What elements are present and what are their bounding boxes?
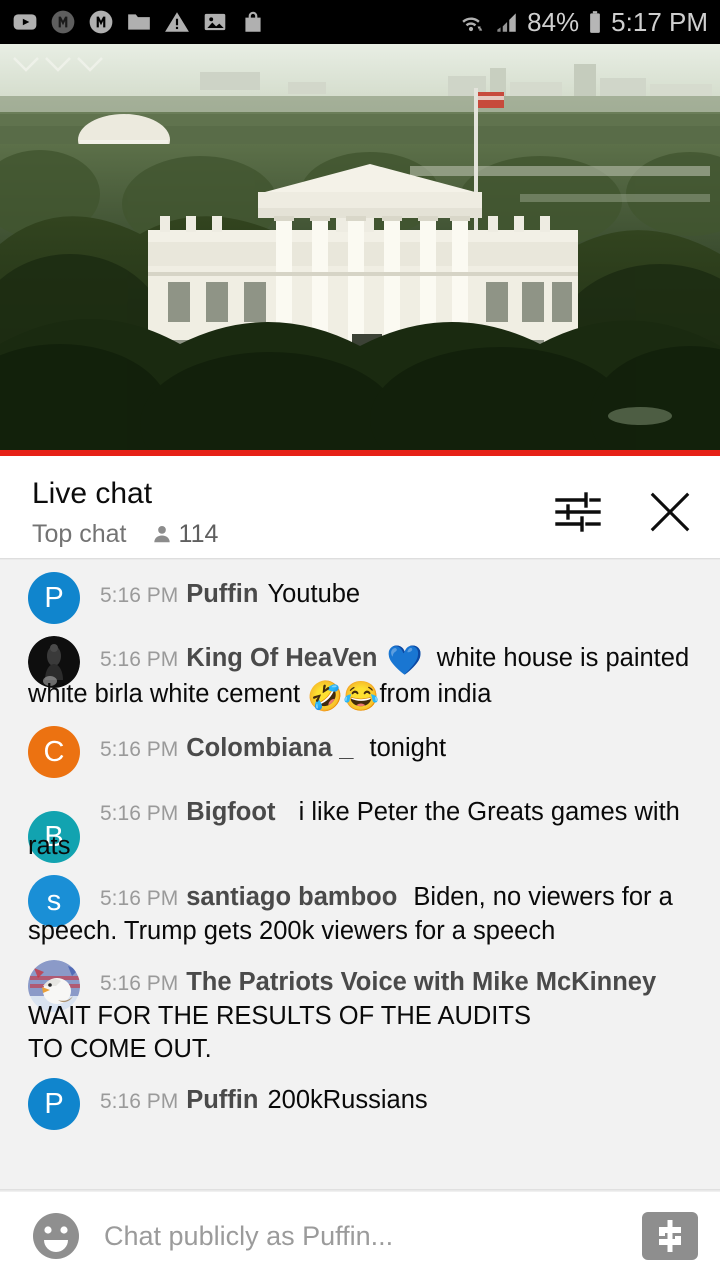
close-chat-button[interactable] xyxy=(646,488,694,536)
live-chat-header-actions xyxy=(554,474,694,536)
chat-author[interactable]: Colombiana _ xyxy=(186,734,353,762)
chat-mode-label[interactable]: Top chat xyxy=(32,518,127,550)
chat-text-line-2: TO COME OUT. xyxy=(28,1035,212,1063)
live-chat-subheader: Top chat 114 xyxy=(32,518,218,550)
chat-timestamp: 5:16 PM xyxy=(100,584,179,607)
avatar-letter: P xyxy=(44,581,64,614)
image-icon xyxy=(204,13,226,31)
viewer-count: 114 xyxy=(178,519,219,548)
chat-message[interactable]: P 5:16 PM Puffin 200kRussians xyxy=(0,1072,720,1136)
chat-author[interactable]: santiago bamboo xyxy=(186,883,397,911)
chat-author[interactable]: Puffin xyxy=(186,1086,258,1114)
chat-message-text: 5:16 PM Puffin 200kRussians xyxy=(100,1084,706,1118)
avatar[interactable]: P xyxy=(28,572,80,624)
battery-icon xyxy=(590,11,601,33)
live-chat-header: Live chat Top chat 114 xyxy=(0,456,720,558)
chat-author[interactable]: Puffin xyxy=(186,580,258,608)
chat-message-text: 5:16 PM Colombiana _ tonight xyxy=(100,732,706,766)
wifi-data-transfer-icon xyxy=(462,17,483,32)
chat-timestamp: 5:16 PM xyxy=(100,1090,179,1113)
status-bar-notification-icons xyxy=(12,9,266,35)
chat-composer xyxy=(0,1192,720,1280)
chat-message[interactable]: 5:16 PM The Patriots Voice with Mike McKi… xyxy=(0,954,720,1072)
chat-text-line-1: WAIT FOR THE RESULTS OF THE AUDITS xyxy=(28,1002,531,1030)
chat-message-text: 5:16 PM King Of HeaVen 💙 white house is pa… xyxy=(28,642,706,714)
viewer-count-group: 114 xyxy=(151,519,219,549)
emoji-smiley-icon xyxy=(33,1213,79,1259)
status-bar: 84% 5:17 PM xyxy=(0,0,720,44)
chat-timestamp: 5:16 PM xyxy=(100,738,179,761)
live-chat-title: Live chat xyxy=(32,477,153,510)
chat-message-text: 5:16 PM The Patriots Voice with Mike McKi… xyxy=(28,966,706,1066)
chat-message[interactable]: 5:16 PM King Of HeaVen 💙 white house is pa… xyxy=(0,630,720,720)
battery-percent: 84% xyxy=(527,6,580,37)
blue-heart-emoji: 💙 xyxy=(386,645,423,677)
chat-message-text: 5:16 PM Bigfoot i like Peter the Greats g… xyxy=(28,796,706,863)
chat-text: tonight xyxy=(369,734,447,762)
rofl-emoji: 🤣 xyxy=(307,681,344,713)
superchat-button[interactable] xyxy=(642,1212,698,1260)
chat-message-list[interactable]: P 5:16 PM Puffin Youtube 5:16 PM King Of… xyxy=(0,560,720,1190)
chat-author[interactable]: The Patriots Voice with Mike McKinney xyxy=(186,968,656,996)
chat-text-tail: from india xyxy=(379,680,492,708)
chat-timestamp: 5:16 PM xyxy=(100,972,179,995)
video-player[interactable] xyxy=(0,44,720,450)
chat-text: 200kRussians xyxy=(267,1086,428,1114)
chat-filter-icon xyxy=(555,492,601,532)
chat-timestamp: 5:16 PM xyxy=(100,887,179,910)
joy-emoji: 😂 xyxy=(343,681,380,713)
emoji-picker-button[interactable] xyxy=(30,1210,82,1262)
chat-author[interactable]: King Of HeaVen xyxy=(186,644,377,672)
shopping-bag-icon xyxy=(245,11,261,32)
white-house-webcam-image xyxy=(0,44,720,450)
person-icon xyxy=(153,526,170,543)
avatar[interactable]: P xyxy=(28,1078,80,1130)
chat-filter-button[interactable] xyxy=(554,488,602,536)
chat-message-text: 5:16 PM santiago bamboo Biden, no viewers… xyxy=(28,881,706,948)
cellular-signal-icon xyxy=(497,13,516,32)
m-badge-icon xyxy=(89,10,113,34)
dollar-sign-icon xyxy=(659,1220,681,1252)
live-chat-screen: 84% 5:17 PM Live chat Top chat 114 P 5:1… xyxy=(0,0,720,1280)
chat-input[interactable] xyxy=(104,1220,642,1252)
youtube-icon xyxy=(13,14,37,30)
chat-message-text: 5:16 PM Puffin Youtube xyxy=(100,578,706,612)
chat-timestamp: 5:16 PM xyxy=(100,648,179,671)
m-badge-dim-icon xyxy=(51,10,75,34)
avatar-letter: C xyxy=(43,735,65,768)
avatar-letter: P xyxy=(44,1087,64,1120)
chat-author[interactable]: Bigfoot xyxy=(186,798,275,826)
chat-message[interactable]: B 5:16 PM Bigfoot i like Peter the Greats… xyxy=(0,784,720,869)
close-icon xyxy=(650,492,690,532)
warning-triangle-icon xyxy=(165,12,189,32)
live-chat-titles: Live chat Top chat 114 xyxy=(32,474,218,550)
chat-text: Youtube xyxy=(267,580,361,608)
chat-message[interactable]: C 5:16 PM Colombiana _ tonight xyxy=(0,720,720,784)
status-bar-system-icons: 84% 5:17 PM xyxy=(459,7,708,38)
chat-message[interactable]: s 5:16 PM santiago bamboo Biden, no viewe… xyxy=(0,869,720,954)
folder-icon xyxy=(128,14,150,30)
status-bar-clock: 5:17 PM xyxy=(611,6,708,37)
chat-message[interactable]: P 5:16 PM Puffin Youtube xyxy=(0,566,720,630)
avatar[interactable]: C xyxy=(28,726,80,778)
chat-timestamp: 5:16 PM xyxy=(100,802,179,825)
